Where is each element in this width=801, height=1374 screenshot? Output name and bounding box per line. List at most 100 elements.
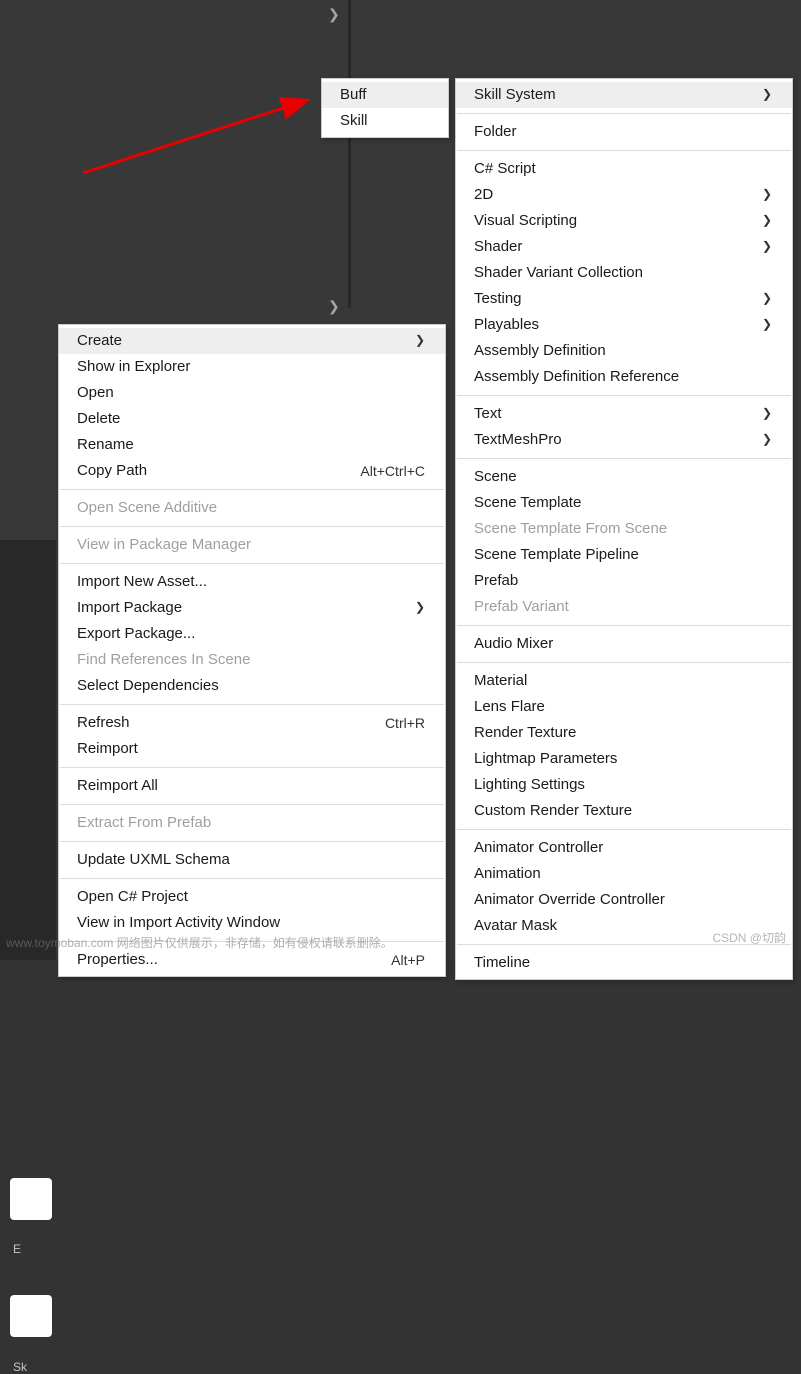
- create-item-custom-render-texture[interactable]: Custom Render Texture: [456, 798, 792, 824]
- create-item-assembly-definition-reference[interactable]: Assembly Definition Reference: [456, 364, 792, 390]
- asset-label: Sk: [13, 1360, 27, 1374]
- menu-item-label: Animator Controller: [474, 836, 603, 860]
- menu-item-label: Extract From Prefab: [77, 811, 211, 835]
- menu-item-label: Import New Asset...: [77, 570, 207, 594]
- menu-item-label: Animator Override Controller: [474, 888, 665, 912]
- menu-item-open[interactable]: Open: [59, 380, 445, 406]
- create-item-testing[interactable]: Testing ❯: [456, 286, 792, 312]
- context-menu[interactable]: Create❯Show in ExplorerOpenDeleteRenameC…: [58, 324, 446, 977]
- menu-item-label: Scene Template: [474, 491, 581, 515]
- menu-item-label: C# Script: [474, 157, 536, 181]
- menu-item-label: Avatar Mask: [474, 914, 557, 938]
- create-item-scene[interactable]: Scene: [456, 464, 792, 490]
- menu-item-label: Prefab: [474, 569, 518, 593]
- menu-item-update-uxml-schema[interactable]: Update UXML Schema: [59, 847, 445, 873]
- menu-item-label: Create: [77, 329, 122, 353]
- create-item-folder[interactable]: Folder: [456, 119, 792, 145]
- menu-item-label: Export Package...: [77, 622, 195, 646]
- create-item-visual-scripting[interactable]: Visual Scripting❯: [456, 208, 792, 234]
- create-item-prefab[interactable]: Prefab: [456, 568, 792, 594]
- asset-thumbnail[interactable]: [10, 1178, 52, 1220]
- create-item-material[interactable]: Material: [456, 668, 792, 694]
- menu-item-label: Find References In Scene: [77, 648, 250, 672]
- create-item-render-texture[interactable]: Render Texture: [456, 720, 792, 746]
- menu-item-label: Open Scene Additive: [77, 496, 217, 520]
- submenu-arrow-icon: ❯: [762, 209, 772, 233]
- skill-system-submenu[interactable]: BuffSkill: [321, 78, 449, 138]
- menu-item-label: Refresh: [77, 711, 130, 735]
- menu-item-create[interactable]: Create ❯: [59, 328, 445, 354]
- menu-item-label: Reimport All: [77, 774, 158, 798]
- create-item-animator-controller[interactable]: Animator Controller: [456, 835, 792, 861]
- menu-item-delete[interactable]: Delete: [59, 406, 445, 432]
- create-submenu[interactable]: Skill System❯ Folder C# Script2D❯Visual Sc…: [455, 78, 793, 980]
- menu-item-label: Select Dependencies: [77, 674, 219, 698]
- menu-separator: [457, 662, 791, 663]
- menu-item-label: Render Texture: [474, 721, 576, 745]
- create-item-animation[interactable]: Animation: [456, 861, 792, 887]
- menu-item-select-dependencies[interactable]: Select Dependencies: [59, 673, 445, 699]
- menu-separator: [60, 767, 444, 768]
- panel-divider[interactable]: [348, 0, 351, 308]
- create-item-shader-variant-collection[interactable]: Shader Variant Collection: [456, 260, 792, 286]
- menu-item-refresh[interactable]: RefreshCtrl+R: [59, 710, 445, 736]
- menu-item-open-c-project[interactable]: Open C# Project: [59, 884, 445, 910]
- submenu-arrow-icon: ❯: [415, 329, 425, 353]
- menu-item-label: Material: [474, 669, 527, 693]
- create-item-c-script[interactable]: C# Script: [456, 156, 792, 182]
- menu-item-label: Show in Explorer: [77, 355, 190, 379]
- submenu-arrow-icon: ❯: [762, 183, 772, 207]
- asset-thumbnail[interactable]: [10, 1295, 52, 1337]
- skillsystem-item-buff[interactable]: Buff: [322, 82, 448, 108]
- expand-arrow-icon[interactable]: ❯: [328, 298, 340, 315]
- menu-item-import-package[interactable]: Import Package❯: [59, 595, 445, 621]
- menu-item-label: Assembly Definition Reference: [474, 365, 679, 389]
- menu-item-label: Lightmap Parameters: [474, 747, 617, 771]
- create-item-lens-flare[interactable]: Lens Flare: [456, 694, 792, 720]
- create-item-audio-mixer[interactable]: Audio Mixer: [456, 631, 792, 657]
- create-item-timeline[interactable]: Timeline: [456, 950, 792, 976]
- menu-item-label: Update UXML Schema: [77, 848, 230, 872]
- menu-item-label: Shader Variant Collection: [474, 261, 643, 285]
- submenu-arrow-icon: ❯: [762, 428, 772, 452]
- create-item-2d[interactable]: 2D❯: [456, 182, 792, 208]
- create-item-playables[interactable]: Playables❯: [456, 312, 792, 338]
- menu-separator: [60, 489, 444, 490]
- menu-separator: [457, 395, 791, 396]
- expand-arrow-icon[interactable]: ❯: [328, 6, 340, 23]
- menu-item-label: Scene Template Pipeline: [474, 543, 639, 567]
- asset-label: E: [13, 1242, 21, 1256]
- create-item-lightmap-parameters[interactable]: Lightmap Parameters: [456, 746, 792, 772]
- create-item-skill-system[interactable]: Skill System❯: [456, 82, 792, 108]
- menu-item-show-in-explorer[interactable]: Show in Explorer: [59, 354, 445, 380]
- menu-item-extract-from-prefab: Extract From Prefab: [59, 810, 445, 836]
- menu-item-label: Testing: [474, 287, 522, 311]
- menu-item-export-package[interactable]: Export Package...: [59, 621, 445, 647]
- create-item-animator-override-controller[interactable]: Animator Override Controller: [456, 887, 792, 913]
- create-item-lighting-settings[interactable]: Lighting Settings: [456, 772, 792, 798]
- menu-item-label: View in Package Manager: [77, 533, 251, 557]
- menu-item-reimport-all[interactable]: Reimport All: [59, 773, 445, 799]
- menu-item-label: Audio Mixer: [474, 632, 553, 656]
- menu-item-label: Buff: [340, 83, 366, 107]
- menu-item-label: Timeline: [474, 951, 530, 975]
- submenu-arrow-icon: ❯: [762, 287, 772, 311]
- skillsystem-item-skill[interactable]: Skill: [322, 108, 448, 134]
- menu-item-copy-path[interactable]: Copy PathAlt+Ctrl+C: [59, 458, 445, 484]
- menu-separator: [60, 563, 444, 564]
- create-item-text[interactable]: Text❯: [456, 401, 792, 427]
- create-item-scene-template[interactable]: Scene Template: [456, 490, 792, 516]
- menu-item-view-in-import-activity-window[interactable]: View in Import Activity Window: [59, 910, 445, 936]
- submenu-arrow-icon: ❯: [762, 83, 772, 107]
- create-item-shader[interactable]: Shader❯: [456, 234, 792, 260]
- menu-item-open-scene-additive: Open Scene Additive: [59, 495, 445, 521]
- menu-item-reimport[interactable]: Reimport: [59, 736, 445, 762]
- create-item-assembly-definition[interactable]: Assembly Definition: [456, 338, 792, 364]
- menu-item-label: Open: [77, 381, 114, 405]
- menu-item-label: Scene Template From Scene: [474, 517, 667, 541]
- menu-item-label: Prefab Variant: [474, 595, 569, 619]
- create-item-textmeshpro[interactable]: TextMeshPro❯: [456, 427, 792, 453]
- menu-item-rename[interactable]: Rename: [59, 432, 445, 458]
- create-item-scene-template-pipeline[interactable]: Scene Template Pipeline: [456, 542, 792, 568]
- menu-item-import-new-asset[interactable]: Import New Asset...: [59, 569, 445, 595]
